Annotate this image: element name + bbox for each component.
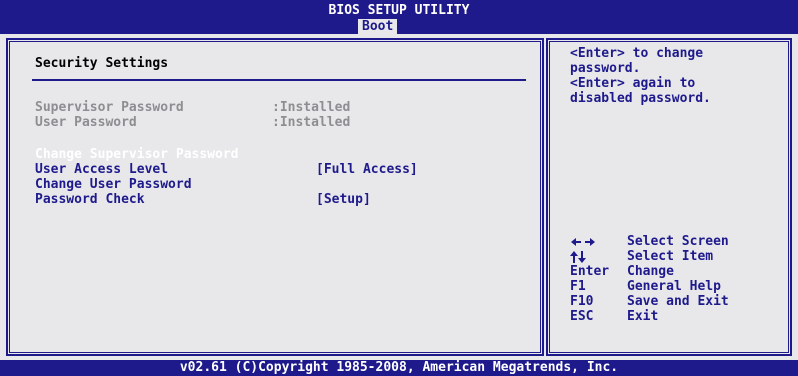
key-desc: Select Screen bbox=[627, 234, 729, 249]
section-title: Security Settings bbox=[35, 56, 169, 71]
key-desc: Save and Exit bbox=[627, 294, 729, 309]
user-password-label: User Password bbox=[35, 115, 137, 130]
key-row: Select Item bbox=[570, 249, 729, 264]
setup-frame: Security Settings Supervisor Password :I… bbox=[0, 34, 798, 360]
change-user-password-item[interactable]: Change User Password bbox=[35, 177, 192, 192]
user-access-level-value[interactable]: [Full Access] bbox=[316, 162, 418, 177]
title-bar: BIOS SETUP UTILITY Boot bbox=[0, 0, 798, 34]
key-desc: General Help bbox=[627, 279, 721, 294]
key-row: F1 General Help bbox=[570, 279, 729, 294]
up-down-arrows-icon bbox=[570, 249, 627, 264]
divider bbox=[32, 79, 526, 81]
key-row: ESC Exit bbox=[570, 309, 729, 324]
tab-boot[interactable]: Boot bbox=[358, 19, 398, 34]
key-label: F1 bbox=[570, 279, 586, 294]
copyright-footer: v02.61 (C)Copyright 1985-2008, American … bbox=[179, 360, 619, 375]
key-row: Select Screen bbox=[570, 234, 729, 249]
user-access-level-item[interactable]: User Access Level bbox=[35, 162, 168, 177]
key-desc: Change bbox=[627, 264, 674, 279]
key-row: Enter Change bbox=[570, 264, 729, 279]
key-label: ESC bbox=[570, 309, 594, 324]
help-line: disabled password. bbox=[570, 91, 711, 106]
help-text: <Enter> to change password. <Enter> agai… bbox=[570, 46, 711, 106]
key-label: F10 bbox=[570, 294, 594, 309]
supervisor-password-status: :Installed bbox=[272, 100, 351, 115]
key-label: Enter bbox=[570, 264, 610, 279]
help-line: <Enter> again to bbox=[570, 76, 696, 91]
password-check-value[interactable]: [Setup] bbox=[316, 192, 371, 207]
help-line: password. bbox=[570, 61, 641, 76]
key-desc: Exit bbox=[627, 309, 659, 324]
key-row: F10 Save and Exit bbox=[570, 294, 729, 309]
help-line: <Enter> to change bbox=[570, 46, 704, 61]
key-desc: Select Item bbox=[627, 249, 714, 264]
user-password-status: :Installed bbox=[272, 115, 351, 130]
password-check-item[interactable]: Password Check bbox=[35, 192, 145, 207]
change-supervisor-password-item[interactable]: Change Supervisor Password bbox=[35, 147, 239, 162]
supervisor-password-label: Supervisor Password bbox=[35, 100, 184, 115]
left-right-arrows-icon bbox=[570, 234, 627, 249]
key-legend: Select Screen Select Item Enter Change F1… bbox=[570, 234, 729, 324]
app-title: BIOS SETUP UTILITY bbox=[328, 3, 470, 18]
